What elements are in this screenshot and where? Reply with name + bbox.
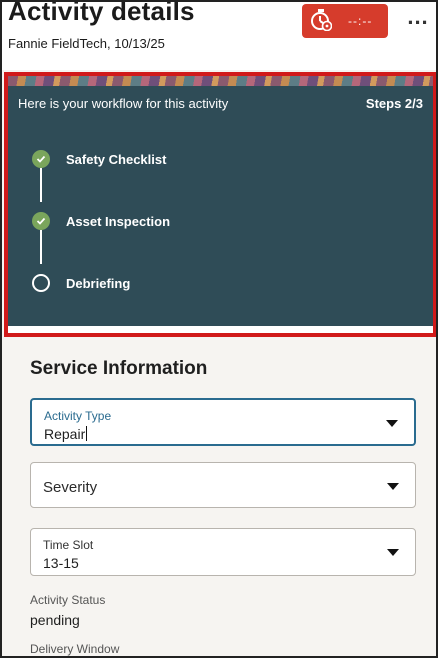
- activity-type-select[interactable]: Activity Type Repair: [30, 398, 416, 446]
- chevron-down-icon: [387, 549, 399, 556]
- more-options-button[interactable]: ...: [404, 6, 432, 34]
- workflow-steps-count: Steps 2/3: [365, 96, 423, 111]
- check-circle-icon: [32, 150, 50, 168]
- activity-status-value: pending: [30, 612, 80, 628]
- timer-button[interactable]: --:--: [302, 4, 388, 38]
- step-connector: [40, 168, 42, 202]
- delivery-window-label: Delivery Window: [30, 642, 120, 656]
- workflow-heading: Here is your workflow for this activity: [18, 96, 229, 111]
- page-title: Activity details: [8, 0, 195, 26]
- field-value: Repair: [44, 426, 88, 442]
- chevron-down-icon: [387, 483, 399, 490]
- timer-text: --:--: [348, 14, 373, 28]
- text-cursor: [86, 426, 88, 441]
- workflow-step-asset-inspection[interactable]: Asset Inspection: [32, 212, 170, 230]
- workflow-panel: Here is your workflow for this activity …: [8, 76, 433, 326]
- empty-circle-icon: [32, 274, 50, 292]
- stopwatch-gear-icon: [310, 8, 333, 34]
- activity-status-label: Activity Status: [30, 593, 106, 607]
- chevron-down-icon: [386, 420, 398, 427]
- time-slot-select[interactable]: Time Slot 13-15: [30, 528, 416, 576]
- decorative-banner: [8, 76, 433, 86]
- page-header: Activity details Fannie FieldTech, 10/13…: [2, 2, 436, 70]
- field-label: Time Slot: [43, 538, 94, 552]
- step-label: Debriefing: [66, 275, 131, 291]
- step-label: Safety Checklist: [66, 151, 167, 167]
- app-frame: Activity details Fannie FieldTech, 10/13…: [0, 0, 438, 658]
- field-label: Severity: [43, 479, 98, 496]
- step-label: Asset Inspection: [66, 213, 171, 229]
- workflow-highlight: Here is your workflow for this activity …: [4, 72, 436, 337]
- field-value: 13-15: [43, 555, 79, 571]
- workflow-step-safety-checklist[interactable]: Safety Checklist: [32, 150, 166, 168]
- field-label: Activity Type: [44, 409, 112, 423]
- step-connector: [40, 230, 42, 264]
- check-circle-icon: [32, 212, 50, 230]
- severity-select[interactable]: Severity: [30, 462, 416, 508]
- page-subtitle: Fannie FieldTech, 10/13/25: [8, 36, 165, 51]
- workflow-step-debriefing[interactable]: Debriefing: [32, 274, 130, 292]
- section-title: Service Information: [30, 358, 208, 379]
